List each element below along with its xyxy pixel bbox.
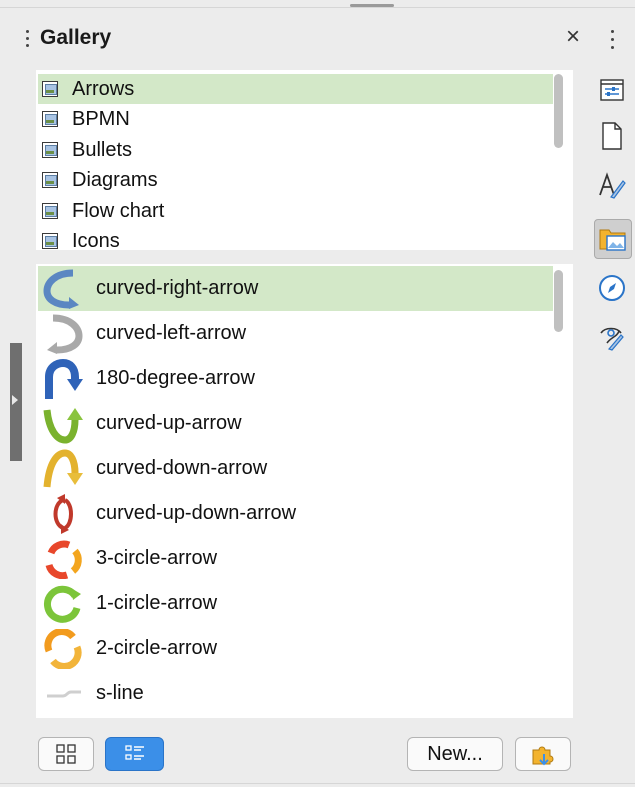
theme-item-flow-chart[interactable]: Flow chart <box>38 196 553 226</box>
theme-label: Arrows <box>72 77 135 100</box>
one-circle-arrow-icon <box>40 583 86 625</box>
expand-triangle-icon <box>12 395 18 405</box>
bottom-divider <box>0 783 635 784</box>
two-circle-arrow-icon <box>40 628 86 670</box>
three-circle-arrow-icon <box>40 538 86 580</box>
deck-menu-icon[interactable] <box>611 30 615 52</box>
item-label: 180-degree-arrow <box>96 367 255 389</box>
accessibility-check-icon <box>600 327 624 351</box>
item-label: curved-up-arrow <box>96 412 242 434</box>
accessibility-check-deck-button[interactable] <box>594 320 630 356</box>
properties-icon <box>600 79 624 101</box>
theme-item-bullets[interactable]: Bullets <box>38 135 553 165</box>
curved-left-arrow-icon <box>40 313 86 355</box>
gallery-panel: Gallery × Arrows BPMN Bullets Diagrams F… <box>22 8 584 775</box>
theme-label: Bullets <box>72 138 133 161</box>
gallery-icon <box>599 229 626 251</box>
theme-item-bpmn[interactable]: BPMN <box>38 104 553 134</box>
navigator-icon <box>599 275 625 301</box>
list-item[interactable]: curved-down-arrow <box>38 446 553 491</box>
item-label: 3-circle-arrow <box>96 547 218 569</box>
page-icon <box>602 122 622 150</box>
item-label: s-line <box>96 682 144 704</box>
image-theme-icon <box>42 142 58 158</box>
curved-down-arrow-icon <box>40 448 86 490</box>
theme-label: BPMN <box>72 107 130 130</box>
list-item[interactable]: curved-up-arrow <box>38 401 553 446</box>
item-label: 1-circle-arrow <box>96 592 218 614</box>
page-deck-button[interactable] <box>594 118 630 154</box>
list-item[interactable]: 2-circle-arrow <box>38 626 553 671</box>
navigator-deck-button[interactable] <box>594 270 630 306</box>
gallery-deck-button[interactable] <box>594 219 632 259</box>
detail-view-button[interactable] <box>105 737 164 771</box>
item-label: curved-up-down-arrow <box>96 502 297 524</box>
new-theme-label: New... <box>427 742 483 765</box>
gallery-items-list[interactable]: curved-right-arrow curved-left-arrow 180… <box>36 264 573 718</box>
u-turn-arrow-icon <box>40 358 86 400</box>
theme-list[interactable]: Arrows BPMN Bullets Diagrams Flow chart … <box>36 70 573 252</box>
styles-icon <box>599 172 626 199</box>
theme-label: Diagrams <box>72 168 158 191</box>
panel-grip-icon[interactable] <box>26 30 29 48</box>
item-label: curved-right-arrow <box>96 277 259 299</box>
sidebar-deck <box>586 8 635 775</box>
theme-item-diagrams[interactable]: Diagrams <box>38 165 553 195</box>
list-item[interactable]: 1-circle-arrow <box>38 581 553 626</box>
panel-title-bar: Gallery × <box>22 22 582 54</box>
curved-right-arrow-icon <box>40 268 86 310</box>
curved-up-down-arrow-icon <box>40 493 86 535</box>
list-item[interactable]: curved-up-down-arrow <box>38 491 553 536</box>
styles-deck-button[interactable] <box>594 168 630 204</box>
properties-deck-button[interactable] <box>594 72 630 108</box>
items-list-scrollbar[interactable] <box>554 270 563 332</box>
theme-properties-button[interactable] <box>515 737 571 771</box>
theme-list-scrollbar[interactable] <box>554 74 563 148</box>
image-theme-icon <box>42 233 58 249</box>
image-theme-icon <box>42 172 58 188</box>
image-theme-icon <box>42 203 58 219</box>
curved-up-arrow-icon <box>40 403 86 445</box>
item-label: 2-circle-arrow <box>96 637 218 659</box>
list-item[interactable]: 3-circle-arrow <box>38 536 553 581</box>
list-item[interactable]: 180-degree-arrow <box>38 356 553 401</box>
item-label: curved-down-arrow <box>96 457 268 479</box>
image-theme-icon <box>42 81 58 97</box>
new-theme-button[interactable]: New... <box>407 737 503 771</box>
item-label: curved-left-arrow <box>96 322 247 344</box>
s-line-icon <box>40 673 86 715</box>
panel-title: Gallery <box>40 26 112 49</box>
sidebar-collapse-handle[interactable] <box>10 343 22 461</box>
theme-item-arrows[interactable]: Arrows <box>38 74 553 104</box>
list-item[interactable]: curved-right-arrow <box>38 266 553 311</box>
image-theme-icon <box>42 111 58 127</box>
puzzle-properties-icon <box>532 746 554 766</box>
theme-label: Icons <box>72 229 120 252</box>
list-item[interactable]: curved-left-arrow <box>38 311 553 356</box>
grid-view-icon <box>56 744 76 764</box>
list-item[interactable]: s-line <box>38 671 553 716</box>
theme-item-icons[interactable]: Icons <box>38 226 553 256</box>
list-view-icon <box>124 745 144 760</box>
close-panel-button[interactable]: × <box>562 24 584 50</box>
theme-label: Flow chart <box>72 199 165 222</box>
icon-view-button[interactable] <box>38 737 94 771</box>
